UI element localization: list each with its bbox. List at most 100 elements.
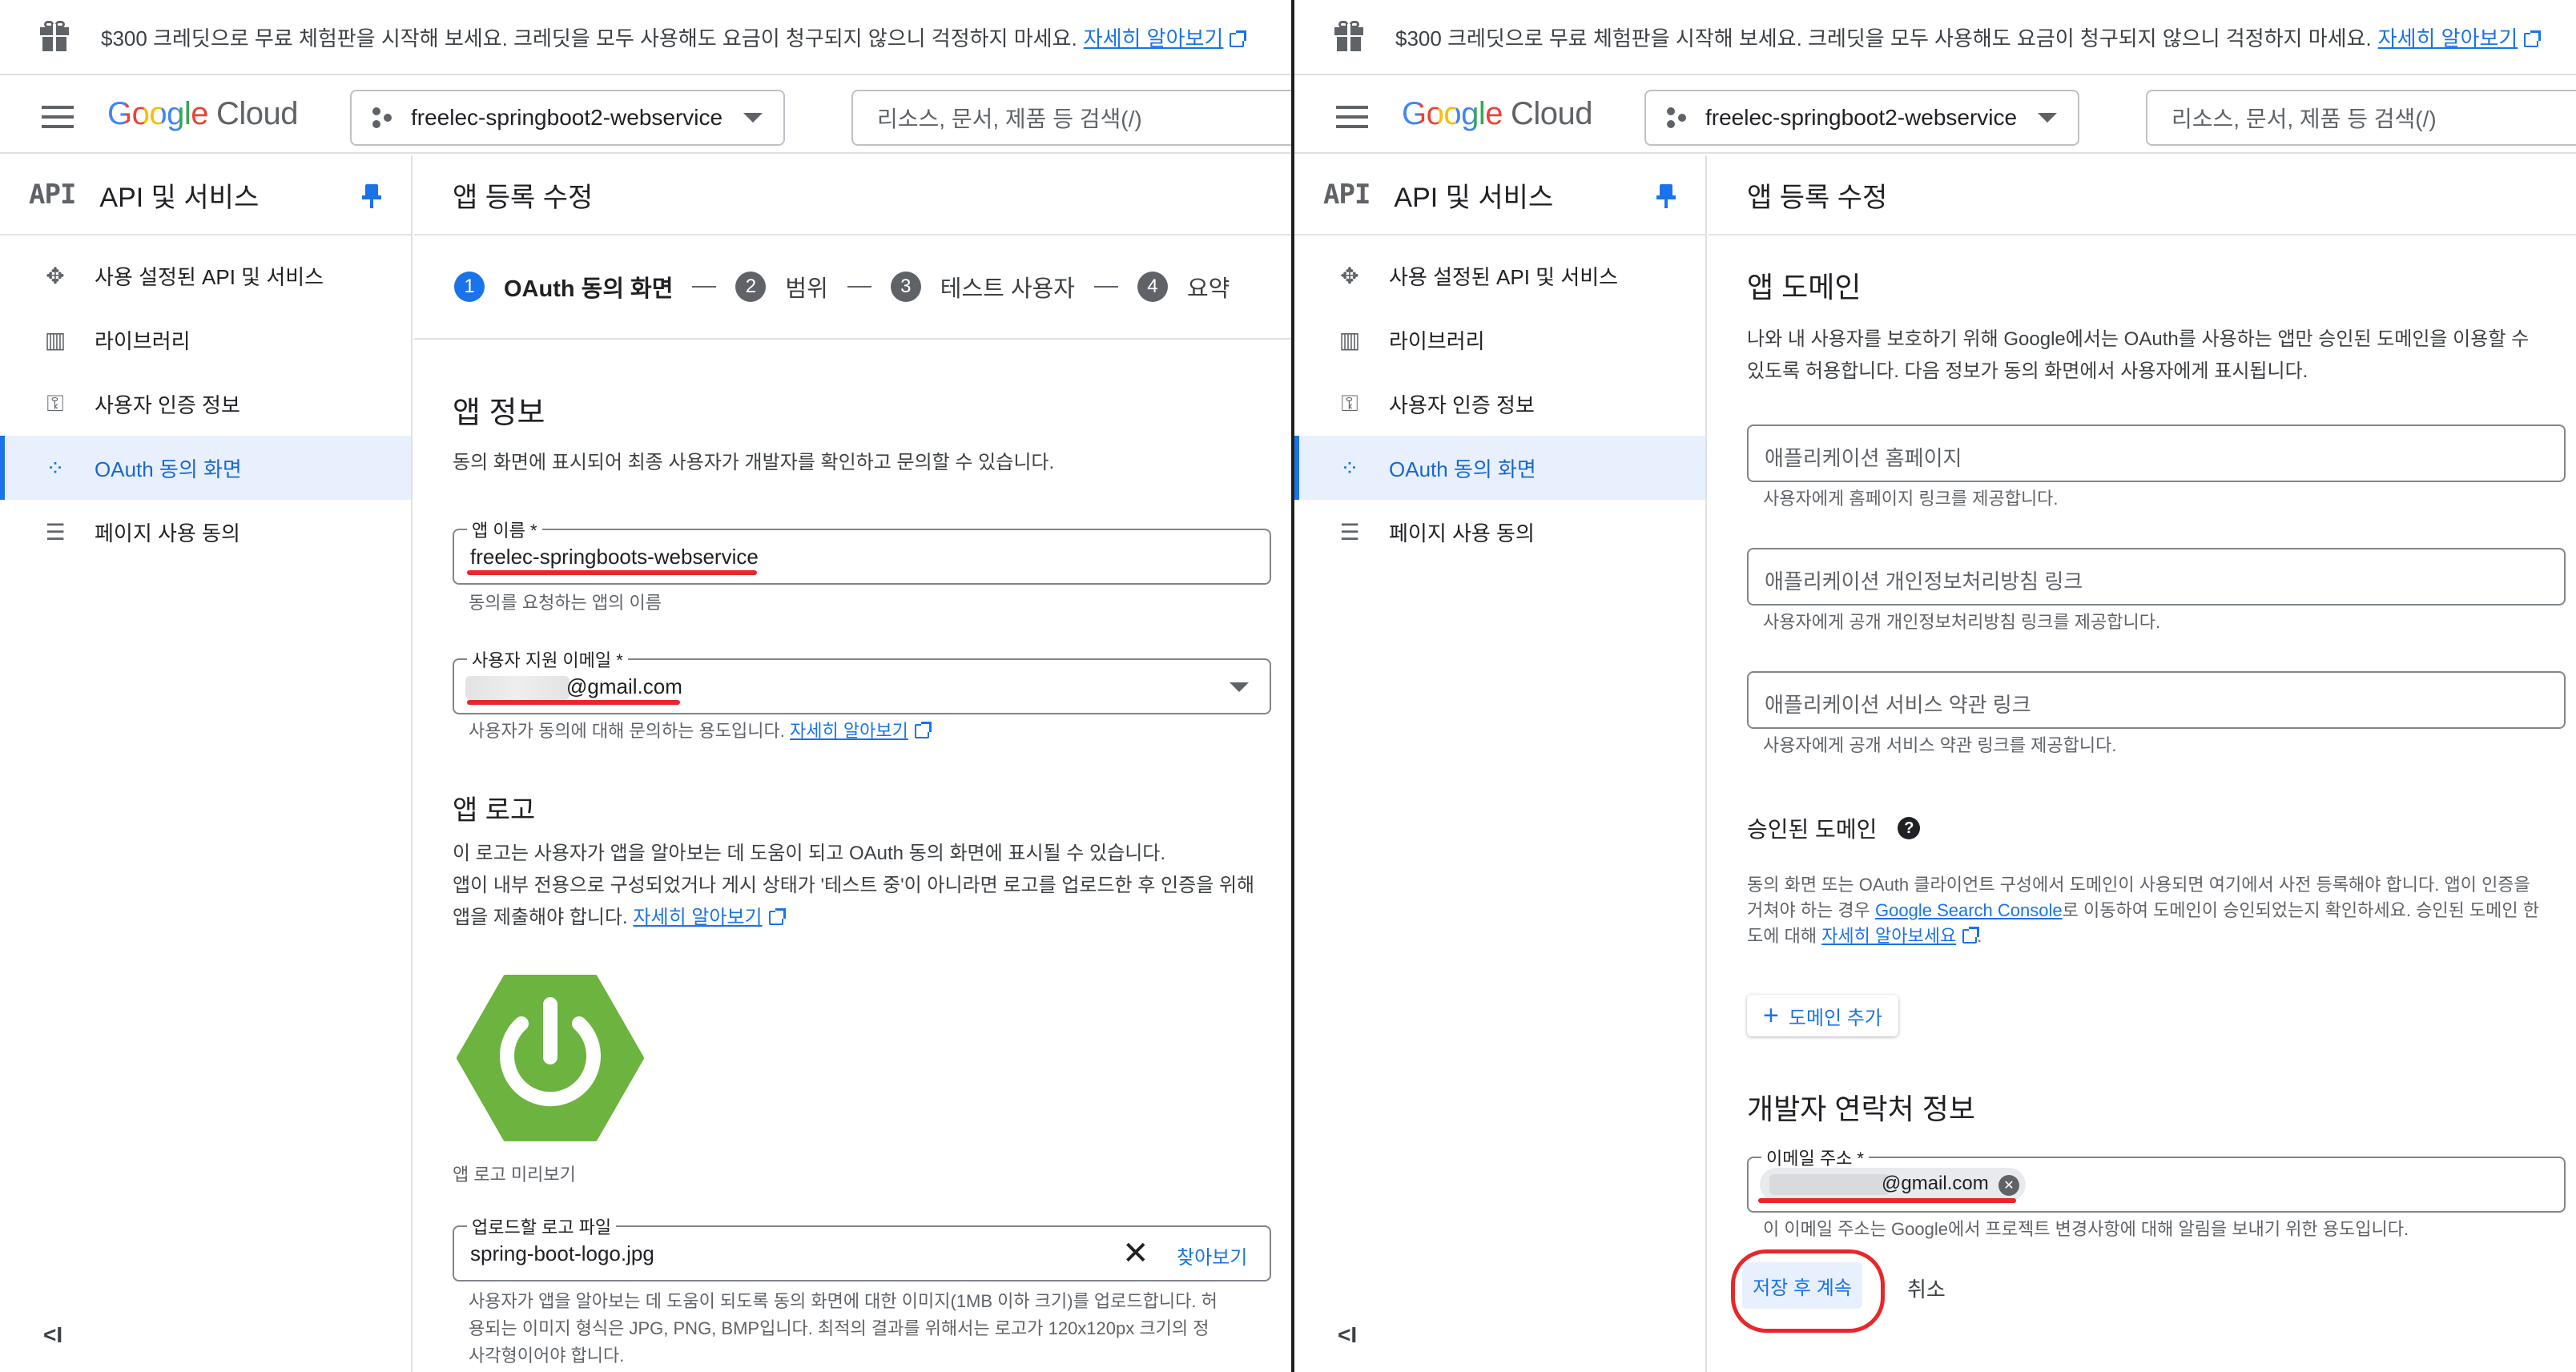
privacy-help: 사용자에게 공개 개인정보처리방침 링크를 제공합니다. [1763,612,2161,632]
google-cloud-logo[interactable]: Google Cloud [107,96,299,132]
sidebar-header: API API 및 서비스 [0,155,411,235]
banner-learn-more-link[interactable]: 자세히 알아보기 [1084,26,1224,50]
sidebar-item-label: OAuth 동의 화면 [95,457,242,481]
remove-chip-icon[interactable]: ✕ [1998,1175,2019,1196]
logo-desc-line3: 앱을 제출해야 합니다. [453,907,628,928]
library-icon: ▥ [44,327,66,352]
search-input[interactable]: 리소스, 문서, 제품 등 검색(/) [851,90,1291,146]
settings-list-icon: ☰ [45,519,66,545]
pin-icon[interactable] [362,184,381,208]
project-dots-icon [372,107,393,128]
support-email-select[interactable]: 사용자 지원 이메일 * @gmail.com [453,646,1271,714]
step-divider [692,286,717,288]
free-trial-banner: $300 크레딧으로 무료 체험판을 시작해 보세요. 크레딧을 모두 사용해도… [1294,0,2576,75]
red-underline-annotation [467,700,680,705]
step-divider [1093,286,1118,288]
chevron-down-icon [2038,113,2058,123]
banner-text: $300 크레딧으로 무료 체험판을 시작해 보세요. 크레딧을 모두 사용해도… [1395,26,2372,50]
library-icon: ▥ [1338,327,1361,352]
clear-icon[interactable]: ✕ [1122,1235,1149,1272]
sidebar-item-library[interactable]: ▥ 라이브러리 [1294,308,1705,372]
developer-email-field[interactable]: 이메일 주소 * @gmail.com ✕ [1747,1145,2566,1213]
red-underline-annotation [1758,1198,2016,1203]
settings-list-icon: ☰ [1339,519,1360,545]
app-info-desc: 동의 화면에 표시되어 최종 사용자가 개발자를 확인하고 문의할 수 있습니다… [453,452,1055,473]
logo-cloud: Cloud [1510,96,1593,131]
add-domain-button[interactable]: + 도메인 추가 [1747,995,1898,1036]
external-link-icon [914,722,932,738]
domain-learn-more-link[interactable]: 자세히 알아보세요 [1821,926,1956,946]
logo-google: Google [1402,96,1503,131]
project-selector[interactable]: freelec-springboot2-webservice [350,90,785,146]
help-icon[interactable]: ? [1898,817,1921,839]
api-hub-icon: ✥ [46,263,65,288]
sidebar-item-credentials[interactable]: ⚿ 사용자 인증 정보 [0,372,411,436]
sidebar-item-enabled-apis[interactable]: ✥ 사용 설정된 API 및 서비스 [1294,243,1705,308]
chevron-down-icon [743,113,763,123]
left-pane: $300 크레딧으로 무료 체험판을 시작해 보세요. 크레딧을 모두 사용해도… [0,0,1291,1372]
banner-text: $300 크레딧으로 무료 체험판을 시작해 보세요. 크레딧을 모두 사용해도… [101,26,1077,50]
search-input[interactable]: 리소스, 문서, 제품 등 검색(/) [2146,90,2576,146]
support-email-value: @gmail.com [566,674,682,698]
app-info-heading: 앱 정보 [453,396,545,430]
app-name-label: 앱 이름 * [467,517,542,542]
pin-icon[interactable] [1656,184,1676,208]
menu-icon[interactable] [1336,106,1368,128]
sidebar-item-oauth-consent[interactable]: ⁘ OAuth 동의 화면 [0,436,411,500]
homepage-help: 사용자에게 홈페이지 링크를 제공합니다. [1763,489,2059,509]
step-number: 4 [1137,272,1168,302]
step-label: 테스트 사용자 [940,276,1075,302]
sidebar-item-credentials[interactable]: ⚿ 사용자 인증 정보 [1294,372,1705,436]
app-name-field[interactable]: 앱 이름 * freelec-springboots-webservice [453,517,1271,585]
privacy-policy-input[interactable]: 애플리케이션 개인정보처리방침 링크 [1747,548,2566,606]
sidebar-item-label: 사용 설정된 API 및 서비스 [1389,264,1619,289]
google-cloud-logo[interactable]: Google Cloud [1402,96,1593,132]
key-icon: ⚿ [46,390,64,416]
logo-upload-field[interactable]: 업로드할 로고 파일 spring-boot-logo.jpg ✕ 찾아보기 [453,1213,1271,1281]
homepage-placeholder: 애플리케이션 홈페이지 [1765,446,1962,470]
banner-learn-more-link[interactable]: 자세히 알아보기 [2378,26,2518,50]
search-console-link[interactable]: Google Search Console [1875,900,2063,920]
sidebar-item-page-usage[interactable]: ☰ 페이지 사용 동의 [0,500,411,564]
collapse-sidebar-icon[interactable]: <I [1338,1322,1357,1348]
sidebar-item-label: 사용 설정된 API 및 서비스 [95,264,324,289]
api-hub-icon: ✥ [1340,263,1359,288]
page-title: 앱 등록 수정 [1709,155,2576,235]
logo-learn-more-link[interactable]: 자세히 알아보기 [633,907,762,928]
external-link-icon [768,908,786,925]
redacted-email [465,676,570,700]
external-link-icon [2524,30,2542,47]
sidebar-item-label: 라이브러리 [1389,328,1485,353]
key-icon: ⚿ [1341,390,1358,416]
email-help: 이 이메일 주소는 Google에서 프로젝트 변경사항에 대해 알림을 보내기… [1763,1219,2409,1239]
external-link-icon [1230,30,1247,47]
project-name: freelec-springboot2-webservice [411,105,723,130]
top-header: Google Cloud freelec-springboot2-webservi… [0,77,1291,154]
red-circle-annotation [1731,1249,1885,1333]
sidebar-header: API API 및 서비스 [1294,155,1705,235]
project-dots-icon [1667,107,1688,128]
sidebar-title: API 및 서비스 [1394,182,1554,213]
logo-google: Google [107,96,208,131]
homepage-input[interactable]: 애플리케이션 홈페이지 [1747,424,2566,482]
sidebar-item-label: OAuth 동의 화면 [1389,457,1536,481]
sidebar-item-page-usage[interactable]: ☰ 페이지 사용 동의 [1294,500,1705,564]
browse-button[interactable]: 찾아보기 [1177,1241,1247,1269]
menu-icon[interactable] [42,106,74,128]
tos-placeholder: 애플리케이션 서비스 약관 링크 [1765,693,2031,717]
spring-boot-logo-preview [457,975,644,1141]
sidebar-item-oauth-consent[interactable]: ⁘ OAuth 동의 화면 [1294,436,1705,500]
sidebar-item-library[interactable]: ▥ 라이브러리 [0,308,411,372]
chevron-down-icon [1230,682,1249,692]
upload-help-line1: 사용자가 앱을 알아보는 데 도움이 되도록 동의 화면에 대한 이미지(1MB… [469,1291,1218,1311]
upload-help-line3: 사각형이어야 합니다. [469,1346,625,1366]
support-email-learn-more-link[interactable]: 자세히 알아보기 [790,721,908,741]
collapse-sidebar-icon[interactable]: <I [43,1322,62,1348]
sidebar-item-enabled-apis[interactable]: ✥ 사용 설정된 API 및 서비스 [0,243,411,308]
sidebar-item-label: 페이지 사용 동의 [95,521,240,545]
app-name-value: freelec-springboots-webservice [470,545,759,569]
app-name-help: 동의를 요청하는 앱의 이름 [469,593,662,613]
terms-of-service-input[interactable]: 애플리케이션 서비스 약관 링크 [1747,671,2566,729]
cancel-button[interactable]: 취소 [1907,1273,1946,1303]
project-selector[interactable]: freelec-springboot2-webservice [1644,90,2079,146]
